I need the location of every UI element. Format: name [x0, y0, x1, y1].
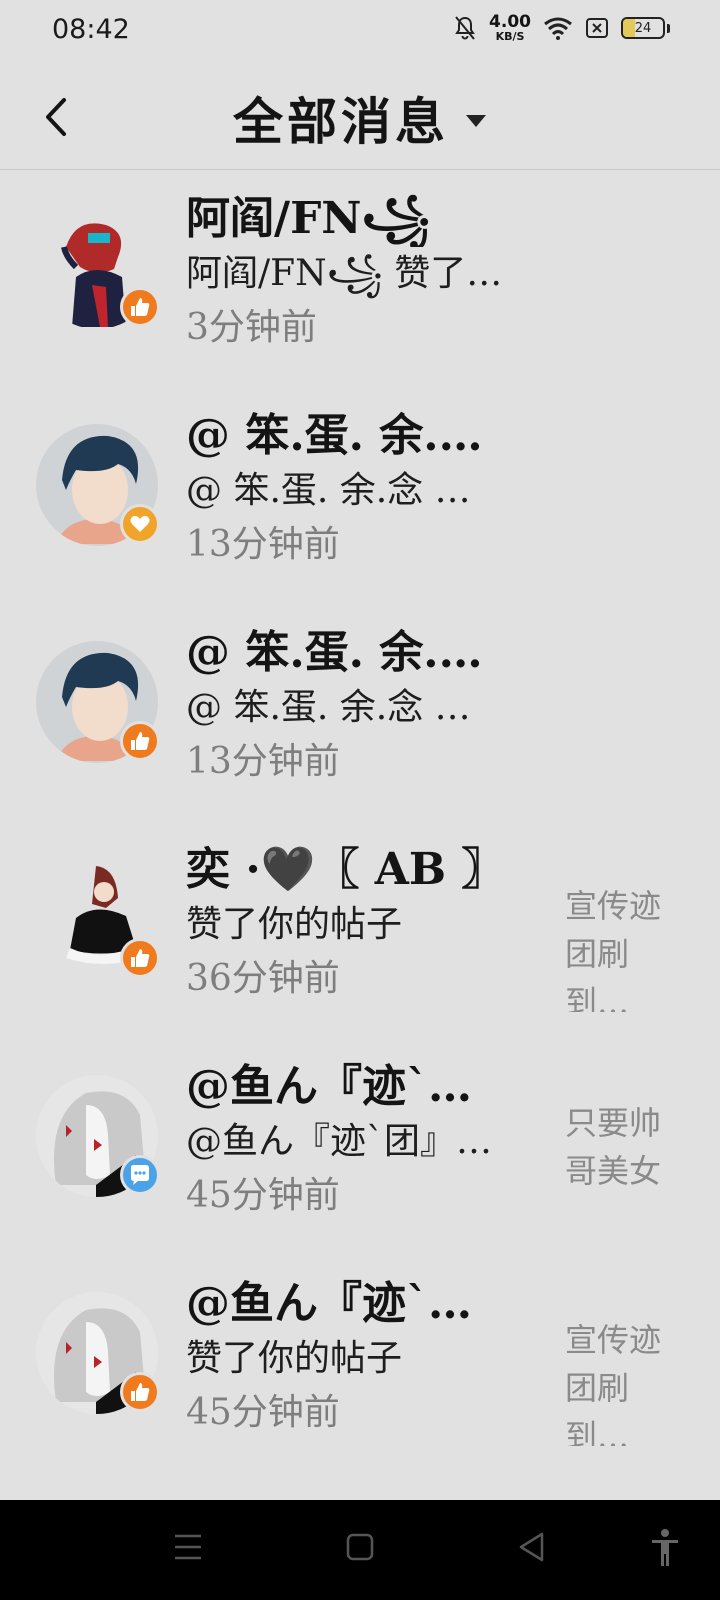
message-content: @鱼ん『迹`团』… — [186, 1121, 493, 1162]
message-item[interactable]: 阿阎/FN꧁ 阿阎/FN꧁ 赞了… 3分钟前 — [0, 171, 720, 388]
triangle-back-icon — [519, 1532, 544, 1562]
message-time: 45分钟前 — [186, 1392, 340, 1433]
avatar-wrap — [36, 1292, 160, 1414]
post-preview[interactable]: 宣传迹团刷到… — [565, 1316, 677, 1446]
sender-name: 阿阎/FN꧁ — [186, 193, 431, 244]
thumbs-up-icon — [131, 298, 150, 316]
title-dropdown[interactable]: 全部消息 — [0, 82, 720, 154]
recent-apps-button[interactable] — [172, 1530, 204, 1568]
message-time: 13分钟前 — [186, 741, 340, 782]
thumbs-up-icon — [131, 949, 150, 967]
message-item[interactable]: @ 笨.蛋. 余.… @ 笨.蛋. 余.念 … 13分钟前 — [0, 388, 720, 605]
message-text: 阿阎/FN꧁ 阿阎/FN꧁ 赞了… 3分钟前 — [186, 191, 536, 355]
mute-bell-icon — [455, 16, 475, 40]
badge — [120, 938, 160, 978]
message-text: @ 笨.蛋. 余.… @ 笨.蛋. 余.念 … 13分钟前 — [186, 408, 536, 572]
avatar-wrap — [36, 858, 160, 980]
sender-name: @鱼ん『迹`… — [186, 1061, 472, 1112]
page-title: 全部消息 — [233, 92, 449, 151]
battery-level: 24 — [634, 20, 652, 36]
status-bar: 08:42 4.00 KB/S 24 — [0, 0, 720, 64]
back-nav-button[interactable] — [516, 1530, 548, 1568]
badge — [120, 287, 160, 327]
post-preview[interactable]: 只要帅哥美女 — [565, 1099, 677, 1195]
battery-icon: 24 — [621, 17, 665, 39]
thumbs-up-icon — [131, 1383, 150, 1401]
message-content: @ 笨.蛋. 余.念 … — [186, 687, 471, 728]
thumbs-up-icon — [131, 732, 150, 750]
accessibility-icon — [652, 1529, 678, 1566]
badge — [120, 504, 160, 544]
sim-card-icon — [586, 18, 608, 38]
message-content: @ 笨.蛋. 余.念 … — [186, 470, 471, 511]
square-icon — [346, 1533, 374, 1561]
sender-name: @鱼ん『迹`… — [186, 1278, 472, 1329]
status-icons: 4.00 KB/S 24 — [453, 14, 670, 42]
net-speed-unit: KB/S — [495, 30, 525, 43]
net-speed-value: 4.00 — [489, 12, 531, 32]
message-content: 赞了你的帖子 — [186, 1338, 403, 1379]
message-text: 奕 ·🖤〖 AB 〗 赞了你的帖子 36分钟前 — [186, 842, 536, 1006]
message-text: @鱼ん『迹`… 赞了你的帖子 45分钟前 — [186, 1276, 536, 1440]
message-item[interactable]: @ 笨.蛋. 余.… @ 笨.蛋. 余.念 … 13分钟前 — [0, 605, 720, 822]
message-list: 阿阎/FN꧁ 阿阎/FN꧁ 赞了… 3分钟前 @ 笨.蛋. 余.… @ 笨.蛋.… — [0, 171, 720, 1473]
menu-icon — [175, 1534, 201, 1560]
badge — [120, 1372, 160, 1412]
message-time: 45分钟前 — [186, 1175, 340, 1216]
avatar-wrap — [36, 641, 160, 763]
message-content: 赞了你的帖子 — [186, 904, 403, 945]
message-item[interactable]: 奕 ·🖤〖 AB 〗 赞了你的帖子 36分钟前 宣传迹团刷到… — [0, 822, 720, 1039]
message-text: @ 笨.蛋. 余.… @ 笨.蛋. 余.念 … 13分钟前 — [186, 625, 536, 789]
system-nav-bar — [0, 1500, 720, 1600]
net-speed: 4.00 KB/S — [489, 12, 531, 43]
wifi-icon — [544, 17, 572, 40]
battery-cap — [667, 23, 670, 33]
sender-name: 奕 ·🖤〖 AB 〗 — [186, 844, 506, 895]
avatar-wrap — [36, 207, 160, 329]
badge — [120, 1155, 160, 1195]
post-preview[interactable]: 宣传迹团刷到… — [565, 882, 677, 1012]
message-item[interactable]: @鱼ん『迹`… @鱼ん『迹`团』… 45分钟前 只要帅哥美女 — [0, 1039, 720, 1256]
home-button[interactable] — [344, 1530, 376, 1568]
sender-name: @ 笨.蛋. 余.… — [186, 627, 483, 678]
comment-icon — [131, 1165, 149, 1185]
message-time: 13分钟前 — [186, 524, 340, 565]
message-time: 3分钟前 — [186, 307, 317, 348]
avatar-wrap — [36, 424, 160, 546]
caret-down-icon — [466, 115, 486, 127]
header: 全部消息 — [0, 64, 720, 170]
message-text: @鱼ん『迹`… @鱼ん『迹`团』… 45分钟前 — [186, 1059, 536, 1223]
message-item[interactable]: @鱼ん『迹`… 赞了你的帖子 45分钟前 宣传迹团刷到… — [0, 1256, 720, 1473]
sender-name: @ 笨.蛋. 余.… — [186, 410, 483, 461]
message-content: 阿阎/FN꧁ 赞了… — [186, 253, 503, 294]
message-time: 36分钟前 — [186, 958, 340, 999]
avatar-wrap — [36, 1075, 160, 1197]
accessibility-button[interactable] — [650, 1528, 680, 1572]
status-time: 08:42 — [52, 14, 130, 45]
badge — [120, 721, 160, 761]
heart-icon — [130, 515, 150, 532]
